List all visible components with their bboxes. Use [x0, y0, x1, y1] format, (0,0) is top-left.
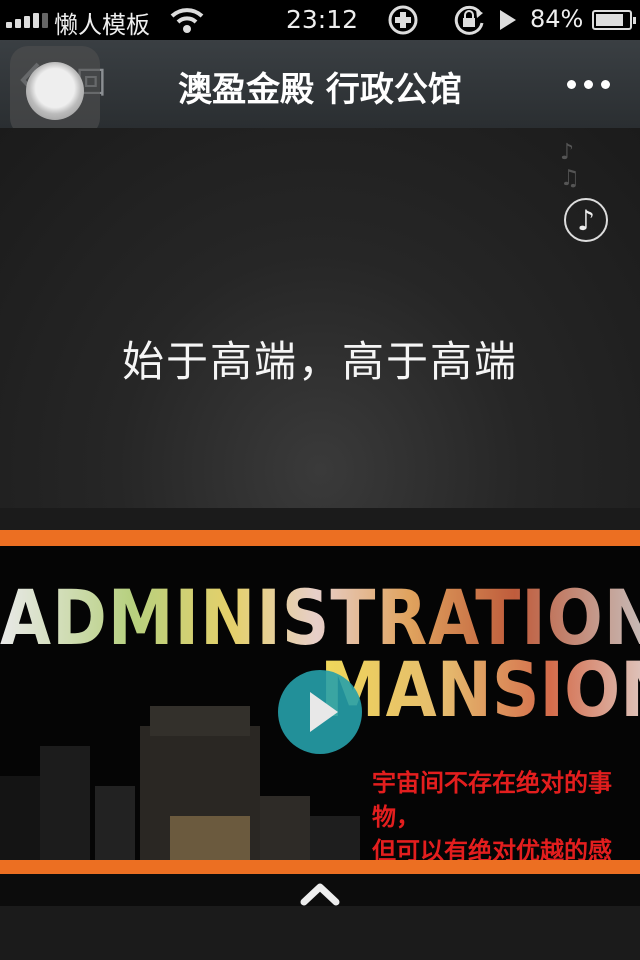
- banner-tagline: 宇宙间不存在绝对的事物， 但可以有绝对优越的感觉。: [372, 766, 640, 860]
- slogan-text: 始于高端，高于高端: [121, 337, 518, 386]
- battery-level-fill: [596, 14, 623, 26]
- battery-icon: [592, 10, 636, 30]
- banner-title-line2: MANSION: [320, 646, 640, 735]
- wifi-icon: [170, 8, 204, 33]
- rotation-lock-icon: [454, 5, 484, 35]
- chevron-up-icon[interactable]: [300, 882, 340, 906]
- tagline-line1: 宇宙间不存在绝对的事物，: [372, 769, 612, 831]
- plus-circle-icon: [388, 5, 418, 35]
- banner-bottom-stripe: [0, 860, 640, 874]
- navigation-bar: 返回 澳盈金殿 行政公馆: [0, 40, 640, 136]
- music-notes-decoration: ♪ ♫: [560, 140, 580, 191]
- clock: 23:12: [286, 5, 359, 34]
- play-icon: [500, 10, 516, 30]
- status-bar: 懒人模板 23:12 84%: [0, 0, 640, 40]
- music-note-icon[interactable]: ♪: [564, 198, 608, 242]
- banner-top-stripe: [0, 530, 640, 546]
- tagline-line2: 但可以有绝对优越的感觉。: [372, 837, 612, 860]
- bottom-area: [0, 874, 640, 960]
- more-dots-icon[interactable]: [567, 80, 610, 89]
- page-title: 澳盈金殿 行政公馆: [178, 70, 462, 110]
- signal-icon: [6, 13, 48, 28]
- play-video-button[interactable]: [278, 670, 362, 754]
- carrier-name: 懒人模板: [54, 11, 150, 39]
- battery-percent: 84%: [530, 5, 584, 33]
- hero-section: [0, 128, 640, 508]
- video-banner[interactable]: ADMINISTRATION MANSION 宇宙间不存在绝对的事物， 但可以有…: [0, 546, 640, 860]
